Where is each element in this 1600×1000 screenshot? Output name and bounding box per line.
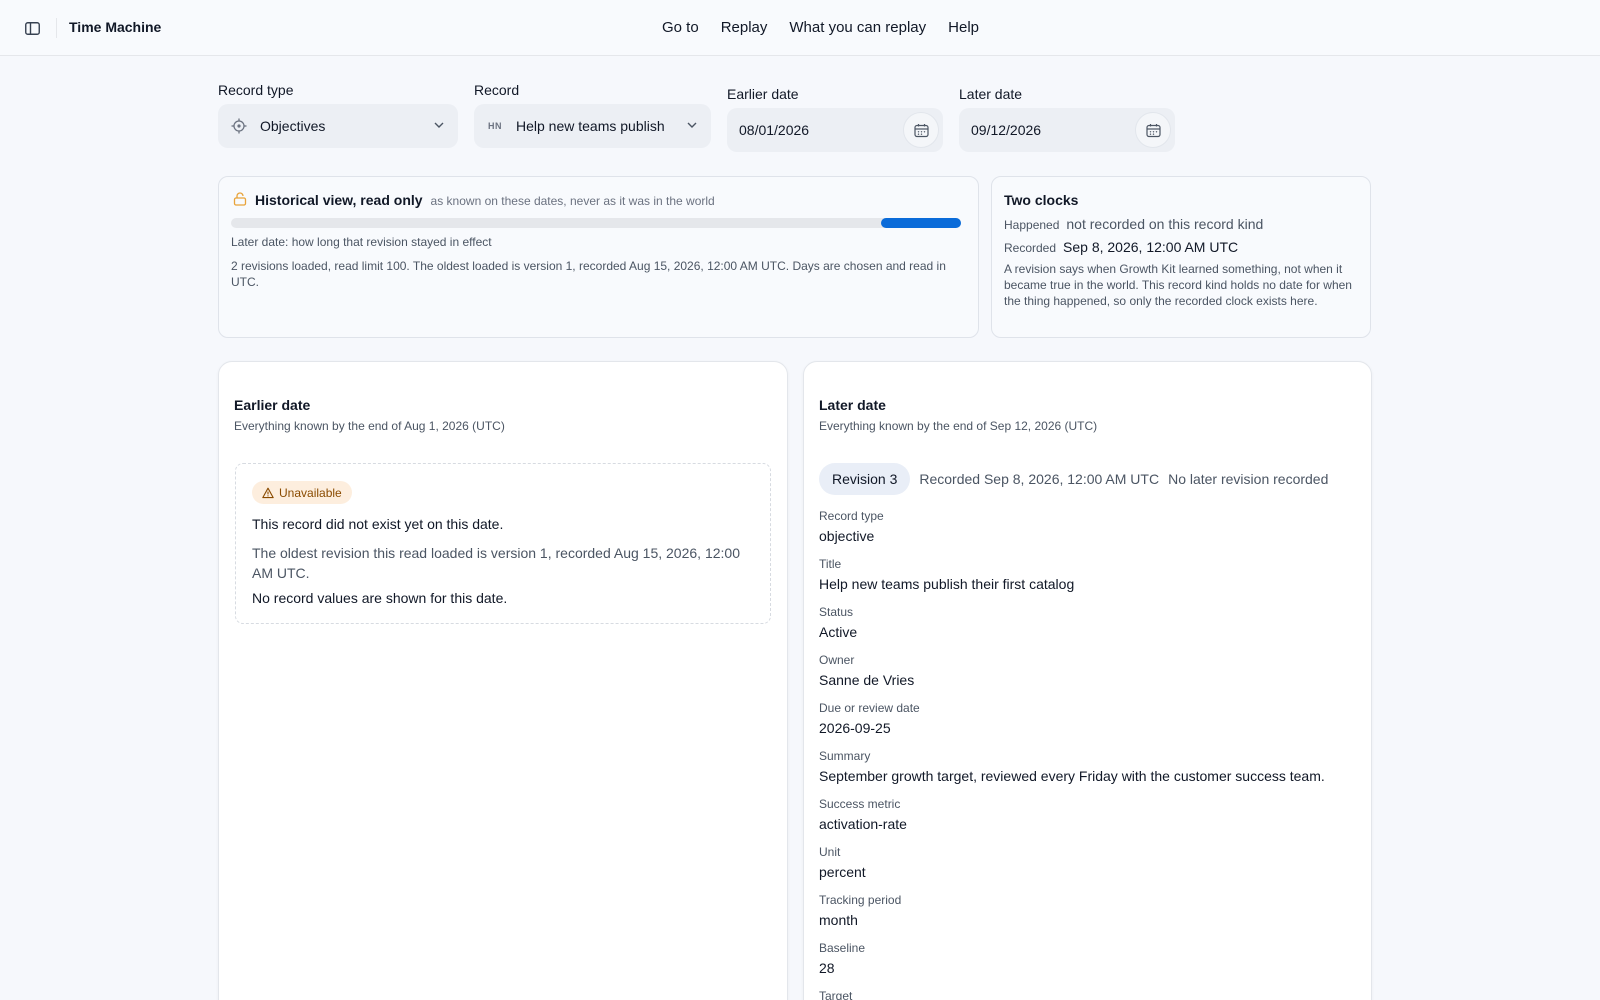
- record-type-select[interactable]: Objectives: [218, 104, 458, 148]
- field-unit: Unit percent: [819, 845, 1359, 891]
- unavailable-note: No record values are shown for this date…: [252, 590, 508, 606]
- chevron-down-icon: [685, 118, 699, 135]
- target-icon: [230, 118, 248, 134]
- record-field: Record HN Help new teams publish: [474, 82, 711, 148]
- field-title: Title Help new teams publish their first …: [819, 557, 1359, 603]
- panel-title: Earlier date: [234, 397, 311, 413]
- field-key: Baseline: [819, 941, 866, 955]
- field-owner: Owner Sanne de Vries: [819, 653, 1359, 699]
- field-value: Sanne de Vries: [819, 672, 915, 688]
- recorded-row: Recorded Sep 8, 2026, 12:00 AM UTC: [1004, 239, 1238, 255]
- historical-detail: 2 revisions loaded, read limit 100. The …: [231, 259, 946, 289]
- field-key: Summary: [819, 749, 871, 763]
- calendar-icon[interactable]: [903, 112, 939, 148]
- record-value: Help new teams publish: [516, 118, 665, 134]
- field-key: Due or review date: [819, 701, 920, 715]
- field-value: Help new teams publish their first catal…: [819, 576, 1075, 592]
- record-initials: HN: [488, 121, 502, 131]
- happened-row: Happened not recorded on this record kin…: [1004, 216, 1263, 232]
- field-value: Active: [819, 624, 858, 640]
- earlier-date-panel: Earlier date Everything known by the end…: [218, 361, 788, 1000]
- field-value: objective: [819, 528, 875, 544]
- field-value: 28: [819, 960, 835, 976]
- clocks-title: Two clocks: [1004, 192, 1079, 208]
- later-date-value: 09/12/2026: [971, 122, 1042, 138]
- historical-view-card: Historical view, read only as known on t…: [218, 176, 979, 338]
- earlier-date-field: Earlier date 08/01/2026: [727, 86, 943, 152]
- status-badge-label: Unavailable: [279, 485, 342, 500]
- record-type-label: Record type: [218, 82, 294, 98]
- top-bar: Time Machine Go to Replay What you can r…: [0, 0, 1600, 56]
- unavailable-detail: The oldest revision this read loaded is …: [252, 545, 740, 581]
- panel-title: Later date: [819, 397, 886, 413]
- panel-subtitle: Everything known by the end of Aug 1, 20…: [234, 419, 505, 433]
- earlier-date-label: Earlier date: [727, 86, 799, 102]
- warning-icon: [262, 487, 274, 499]
- revision-progress-fill: [880, 218, 961, 228]
- historical-title: Historical view, read only: [255, 192, 423, 208]
- field-value: month: [819, 912, 858, 928]
- field-tracking-period: Tracking period month: [819, 893, 1359, 939]
- app-title: Time Machine: [69, 19, 162, 35]
- earlier-date-input[interactable]: 08/01/2026: [727, 108, 943, 152]
- field-success-metric: Success metric activation-rate: [819, 797, 1359, 843]
- status-badge: Unavailable: [252, 481, 352, 504]
- field-value: September growth target, reviewed every …: [819, 768, 1325, 784]
- historical-header: Historical view, read only as known on t…: [233, 192, 715, 211]
- happened-label: Happened: [1004, 218, 1060, 232]
- nav-go-to[interactable]: Go to: [662, 19, 699, 36]
- field-record-type: Record type objective: [819, 509, 1359, 555]
- field-key: Unit: [819, 845, 841, 859]
- field-value: 2026-09-25: [819, 720, 891, 736]
- unavailable-box: Unavailable This record did not exist ye…: [235, 463, 771, 624]
- historical-note: Later date: how long that revision staye…: [231, 235, 492, 249]
- field-key: Status: [819, 605, 854, 619]
- record-fields: Record type objective Title Help new teams…: [819, 507, 1359, 1000]
- nav-help[interactable]: Help: [948, 19, 979, 36]
- calendar-icon[interactable]: [1135, 112, 1171, 148]
- recorded-label: Recorded: [1004, 241, 1057, 255]
- two-clocks-card: Two clocks Happened not recorded on this…: [991, 176, 1371, 338]
- record-select[interactable]: HN Help new teams publish: [474, 104, 711, 148]
- sidebar-toggle-icon[interactable]: [22, 18, 42, 38]
- field-key: Record type: [819, 509, 884, 523]
- panel-subtitle: Everything known by the end of Sep 12, 2…: [819, 419, 1098, 433]
- revision-progress-bar: [231, 218, 961, 228]
- later-date-field: Later date 09/12/2026: [959, 86, 1175, 152]
- field-key: Title: [819, 557, 842, 571]
- record-type-value: Objectives: [260, 118, 326, 134]
- clocks-description: A revision says when Growth Kit learned …: [1004, 262, 1352, 308]
- revision-pill: Revision 3: [819, 463, 911, 495]
- historical-subtitle: as known on these dates, never as it was…: [430, 194, 715, 208]
- field-value: activation-rate: [819, 816, 907, 832]
- record-type-field: Record type Objectives: [218, 82, 458, 148]
- later-date-label: Later date: [959, 86, 1023, 102]
- field-value: percent: [819, 864, 866, 880]
- divider: [56, 18, 57, 38]
- field-baseline: Baseline 28: [819, 941, 1359, 987]
- revision-recorded: Recorded Sep 8, 2026, 12:00 AM UTC: [919, 471, 1160, 487]
- recorded-value: Sep 8, 2026, 12:00 AM UTC: [1063, 239, 1239, 255]
- later-date-panel: Later date Everything known by the end o…: [803, 361, 1372, 1000]
- chevron-down-icon: [432, 118, 446, 135]
- field-target: Target55: [819, 989, 1359, 1000]
- field-key: Target: [819, 989, 853, 1000]
- lock-icon: [233, 192, 247, 211]
- revision-later-note: No later revision recorded: [1168, 471, 1329, 487]
- later-date-input[interactable]: 09/12/2026: [959, 108, 1175, 152]
- revision-row: Revision 3 Recorded Sep 8, 2026, 12:00 A…: [819, 463, 1328, 495]
- earlier-date-value: 08/01/2026: [739, 122, 810, 138]
- nav-replay[interactable]: Replay: [721, 19, 768, 36]
- field-key: Success metric: [819, 797, 901, 811]
- happened-value: not recorded on this record kind: [1066, 216, 1264, 232]
- unavailable-message: This record did not exist yet on this da…: [252, 516, 504, 532]
- nav-what-you-can-replay[interactable]: What you can replay: [789, 19, 926, 36]
- top-nav: Go to Replay What you can replay Help: [662, 19, 979, 36]
- field-summary: Summary September growth target, reviewed…: [819, 749, 1359, 795]
- field-status: Status Active: [819, 605, 1359, 651]
- field-key: Owner: [819, 653, 855, 667]
- record-label: Record: [474, 82, 520, 98]
- field-key: Tracking period: [819, 893, 902, 907]
- field-due-date: Due or review date 2026-09-25: [819, 701, 1359, 747]
